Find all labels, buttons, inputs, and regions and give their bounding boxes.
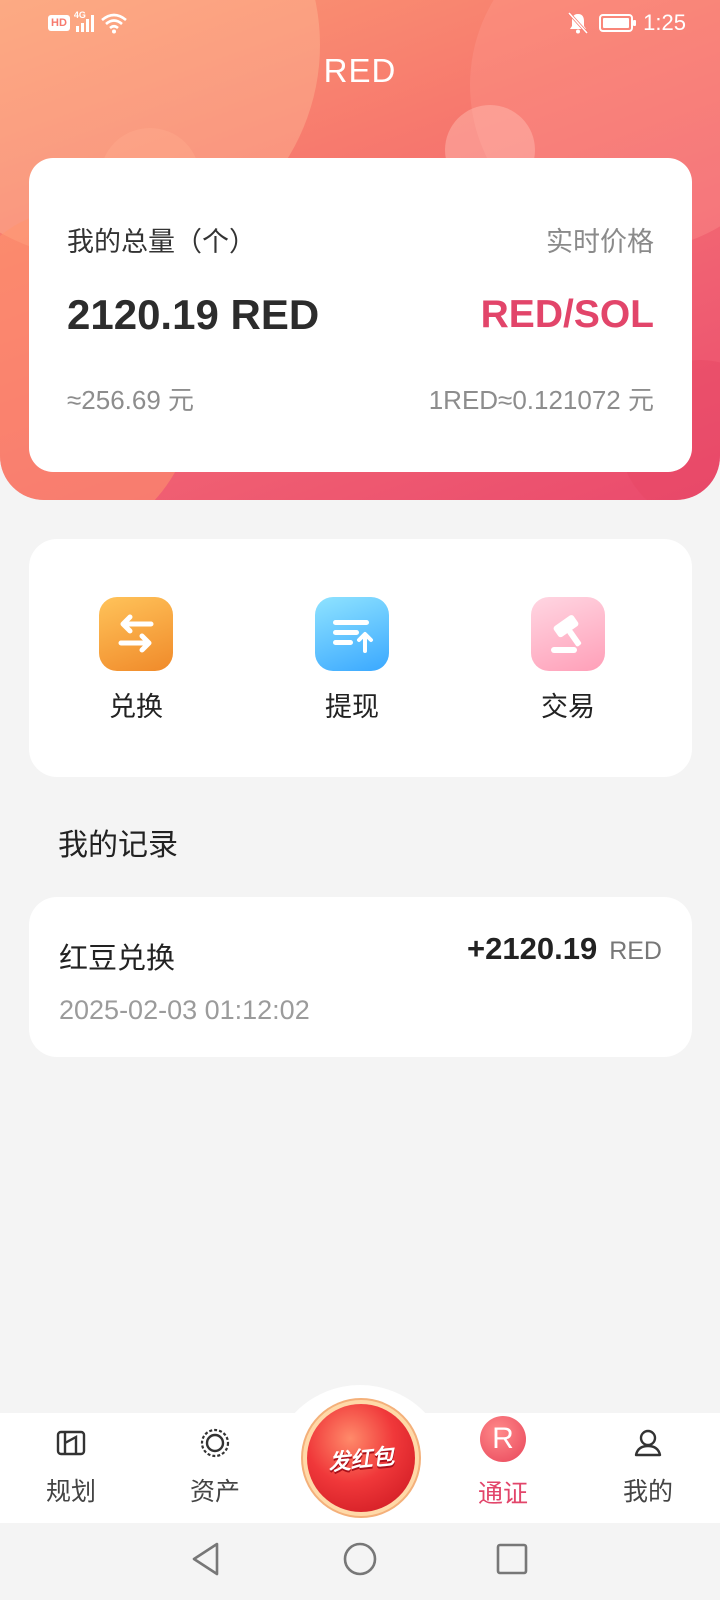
- record-unit: RED: [609, 937, 662, 965]
- tab-label: 通证: [477, 1480, 528, 1508]
- exchange-icon: [99, 597, 173, 671]
- balance-card: 我的总量（个） 实时价格 2120.19 RED RED/SOL ≈256.69…: [29, 158, 692, 472]
- tab-plan[interactable]: 规划: [21, 1426, 121, 1508]
- exchange-label: 兑换: [109, 692, 163, 722]
- tab-label: 规划: [45, 1478, 96, 1506]
- profile-icon: [631, 1426, 665, 1460]
- record-title: 红豆兑换: [59, 943, 176, 975]
- tab-token[interactable]: R 通证: [453, 1416, 553, 1510]
- records-title: 我的记录: [58, 829, 178, 862]
- record-amount: +2120.19: [467, 931, 598, 966]
- tab-label: 资产: [189, 1478, 240, 1506]
- trading-pair[interactable]: RED/SOL: [481, 293, 654, 337]
- actions-card: 兑换 提现 交易: [29, 539, 692, 777]
- tab-label: 我的: [622, 1478, 673, 1506]
- assets-icon: [198, 1426, 232, 1460]
- withdraw-button[interactable]: 提现: [292, 597, 412, 724]
- trade-button[interactable]: 交易: [508, 597, 628, 724]
- recents-icon[interactable]: [490, 1537, 534, 1581]
- exchange-button[interactable]: 兑换: [76, 597, 196, 724]
- token-page: HD 4G 1:25 RED 我的总量（个） 实时价格 2120.19 RED …: [0, 0, 720, 1600]
- gavel-icon: [531, 597, 605, 671]
- send-red-packet-button[interactable]: 发红包: [307, 1404, 415, 1512]
- cellular-signal-icon: 4G: [74, 10, 94, 32]
- trade-label: 交易: [541, 692, 595, 722]
- record-time: 2025-02-03 01:12:02: [59, 995, 310, 1025]
- realtime-price-label: 实时价格: [546, 227, 654, 257]
- clock: 1:25: [643, 10, 686, 35]
- approx-value: ≈256.69 元: [67, 385, 195, 415]
- system-nav-bar: [0, 1523, 720, 1600]
- bell-muted-icon: [568, 11, 589, 35]
- total-label: 我的总量（个）: [67, 227, 256, 257]
- withdraw-label: 提现: [325, 692, 379, 722]
- total-amount: 2120.19 RED: [67, 291, 320, 338]
- wifi-icon: [101, 13, 127, 34]
- red-packet-label: 发红包: [327, 1443, 396, 1476]
- network-type: 4G: [73, 10, 86, 20]
- token-r-icon: R: [480, 1416, 526, 1462]
- list-item[interactable]: 红豆兑换 +2120.19 RED 2025-02-03 01:12:02: [29, 897, 692, 1057]
- home-icon[interactable]: [338, 1537, 382, 1581]
- tab-mine[interactable]: 我的: [598, 1426, 698, 1508]
- withdraw-icon: [315, 597, 389, 671]
- page-title: RED: [323, 52, 397, 89]
- battery-icon: [599, 14, 637, 32]
- status-bar: HD 4G 1:25: [0, 0, 720, 48]
- hd-badge: HD: [48, 15, 70, 31]
- map-icon: [54, 1426, 88, 1460]
- exchange-rate: 1RED≈0.121072 元: [428, 385, 654, 415]
- tab-assets[interactable]: 资产: [165, 1426, 265, 1508]
- back-icon[interactable]: [184, 1537, 228, 1581]
